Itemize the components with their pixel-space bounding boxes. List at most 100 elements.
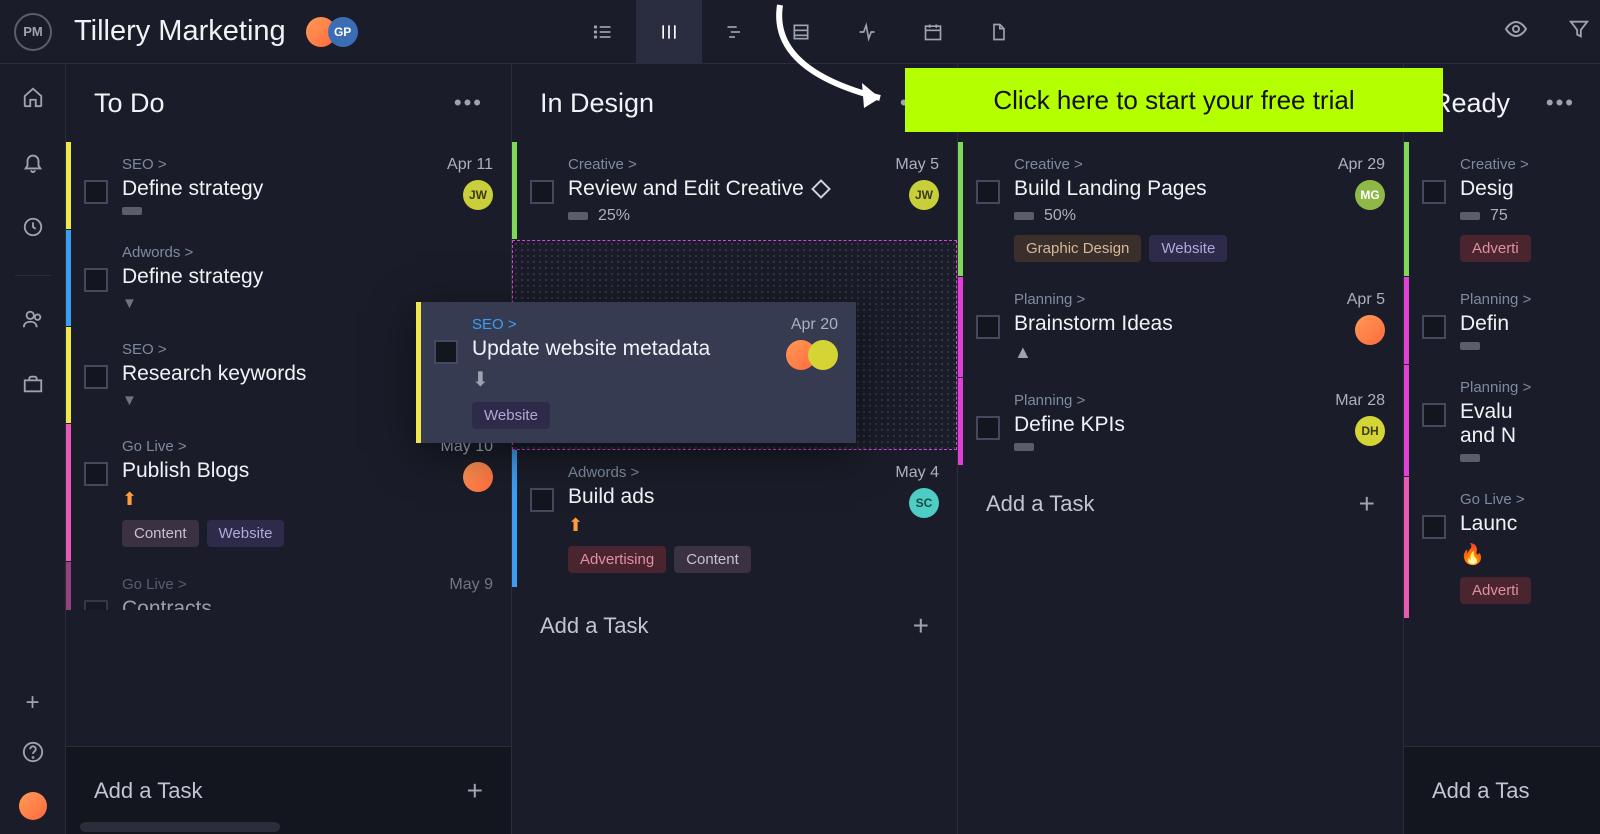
tag[interactable]: Advertising [568,546,666,573]
card-breadcrumb[interactable]: Adwords > [122,244,493,261]
avatar[interactable]: DH [1355,416,1385,446]
task-checkbox[interactable] [84,365,108,389]
avatar[interactable]: JW [909,180,939,210]
task-checkbox[interactable] [1422,315,1446,339]
notification-icon[interactable] [22,151,44,178]
task-checkbox[interactable] [1422,403,1446,427]
tag[interactable]: Content [122,520,199,547]
tag[interactable]: Graphic Design [1014,235,1141,262]
task-title: Define strategy [122,265,493,289]
card-breadcrumb[interactable]: Planning > [1460,379,1585,396]
add-task-button[interactable]: Add a Task+ [66,746,511,834]
task-card[interactable]: Planning >Defin [1404,277,1600,364]
view-activity-icon[interactable] [834,0,900,64]
tag[interactable]: Content [674,546,751,573]
filter-icon[interactable] [1568,18,1590,45]
tag[interactable]: Website [207,520,285,547]
view-sheet-icon[interactable] [768,0,834,64]
card-stripe [66,424,71,561]
card-breadcrumb[interactable]: Adwords > [568,464,939,481]
card-breadcrumb[interactable]: Creative > [1460,156,1585,173]
task-card[interactable]: Creative >Review and Edit Creative May 5… [512,142,957,239]
team-icon[interactable] [22,308,44,335]
card-stripe [1404,477,1409,618]
task-checkbox[interactable] [1422,515,1446,539]
card-breadcrumb[interactable]: Go Live > [1460,491,1585,508]
card-breadcrumb[interactable]: Planning > [1014,392,1385,409]
task-assignees[interactable]: MG [1338,180,1385,210]
task-card[interactable]: Go Live >ContractsMay 9 [66,562,511,610]
view-calendar-icon[interactable] [900,0,966,64]
avatar[interactable]: JW [463,180,493,210]
task-checkbox[interactable] [84,268,108,292]
task-assignees[interactable]: DH [1335,416,1385,446]
home-icon[interactable] [22,86,44,113]
task-checkbox[interactable] [976,180,1000,204]
card-breadcrumb[interactable]: Planning > [1014,291,1385,308]
task-card[interactable]: Planning >Brainstorm IdeasApr 5▲ [958,277,1403,377]
tag[interactable]: Website [1149,235,1227,262]
avatar[interactable]: GP [328,17,358,47]
add-task-button[interactable]: Add a Tas [1404,746,1600,834]
tag[interactable]: Website [472,402,550,429]
task-checkbox[interactable] [84,600,108,610]
view-gantt-icon[interactable] [702,0,768,64]
task-checkbox[interactable] [530,180,554,204]
task-card-dragging[interactable]: SEO >Update website metadataApr 20⬇Websi… [416,302,856,443]
task-checkbox[interactable] [434,340,458,364]
avatar[interactable]: MG [1355,180,1385,210]
task-checkbox[interactable] [976,315,1000,339]
card-breadcrumb[interactable]: Creative > [568,156,939,173]
task-card[interactable]: Go Live >Publish BlogsMay 10⬆ContentWebs… [66,424,511,561]
cta-banner[interactable]: Click here to start your free trial [905,68,1443,132]
task-card[interactable]: Adwords >Build adsMay 4SC⬆AdvertisingCon… [512,450,957,587]
project-title[interactable]: Tillery Marketing [74,15,286,48]
task-card[interactable]: Creative >Build Landing PagesApr 29MG 50… [958,142,1403,276]
recent-icon[interactable] [22,216,44,243]
add-icon[interactable]: + [25,689,39,717]
card-breadcrumb[interactable]: Go Live > [122,576,493,593]
column-menu-icon[interactable]: ••• [1546,90,1575,116]
task-card[interactable]: Go Live >Launc🔥Adverti [1404,477,1600,618]
user-avatar[interactable] [19,792,47,820]
view-file-icon[interactable] [966,0,1032,64]
task-checkbox[interactable] [84,462,108,486]
task-assignees[interactable] [786,340,838,370]
task-checkbox[interactable] [976,416,1000,440]
task-checkbox[interactable] [84,180,108,204]
header-avatars[interactable]: GP [306,17,358,47]
task-card[interactable]: SEO >Define strategyApr 11JW [66,142,511,229]
task-assignees[interactable]: SC [895,488,939,518]
view-list-icon[interactable] [570,0,636,64]
logo[interactable]: PM [14,13,52,51]
avatar[interactable] [1355,315,1385,345]
card-breadcrumb[interactable]: Creative > [1014,156,1385,173]
help-icon[interactable] [22,741,44,768]
task-checkbox[interactable] [1422,180,1446,204]
task-card[interactable]: Planning >Evaluand N [1404,365,1600,476]
view-board-icon[interactable] [636,0,702,64]
task-assignees[interactable]: JW [895,180,939,210]
briefcase-icon[interactable] [22,373,44,400]
add-task-button[interactable]: Add a Task+ [958,466,1403,542]
task-card[interactable]: Creative >Desig 75Adverti [1404,142,1600,276]
avatar[interactable]: SC [909,488,939,518]
avatar[interactable] [463,462,493,492]
tag[interactable]: Adverti [1460,235,1531,262]
sidebar: + [0,64,66,834]
task-assignees[interactable]: JW [447,180,493,210]
visibility-icon[interactable] [1504,17,1528,46]
avatar[interactable] [808,340,838,370]
column-menu-icon[interactable]: ••• [454,90,483,116]
add-task-button[interactable]: Add a Task+ [512,588,957,664]
card-breadcrumb[interactable]: Planning > [1460,291,1585,308]
card-breadcrumb[interactable]: SEO > [472,316,838,333]
task-card[interactable]: Planning >Define KPIsMar 28DH [958,378,1403,465]
task-checkbox[interactable] [530,488,554,512]
horizontal-scrollbar[interactable] [80,822,280,832]
task-assignees[interactable] [1347,315,1385,345]
kanban-column: In Design•••Creative >Review and Edit Cr… [512,64,958,834]
card-breadcrumb[interactable]: SEO > [122,156,493,173]
tag[interactable]: Adverti [1460,577,1531,604]
task-assignees[interactable] [441,462,493,492]
